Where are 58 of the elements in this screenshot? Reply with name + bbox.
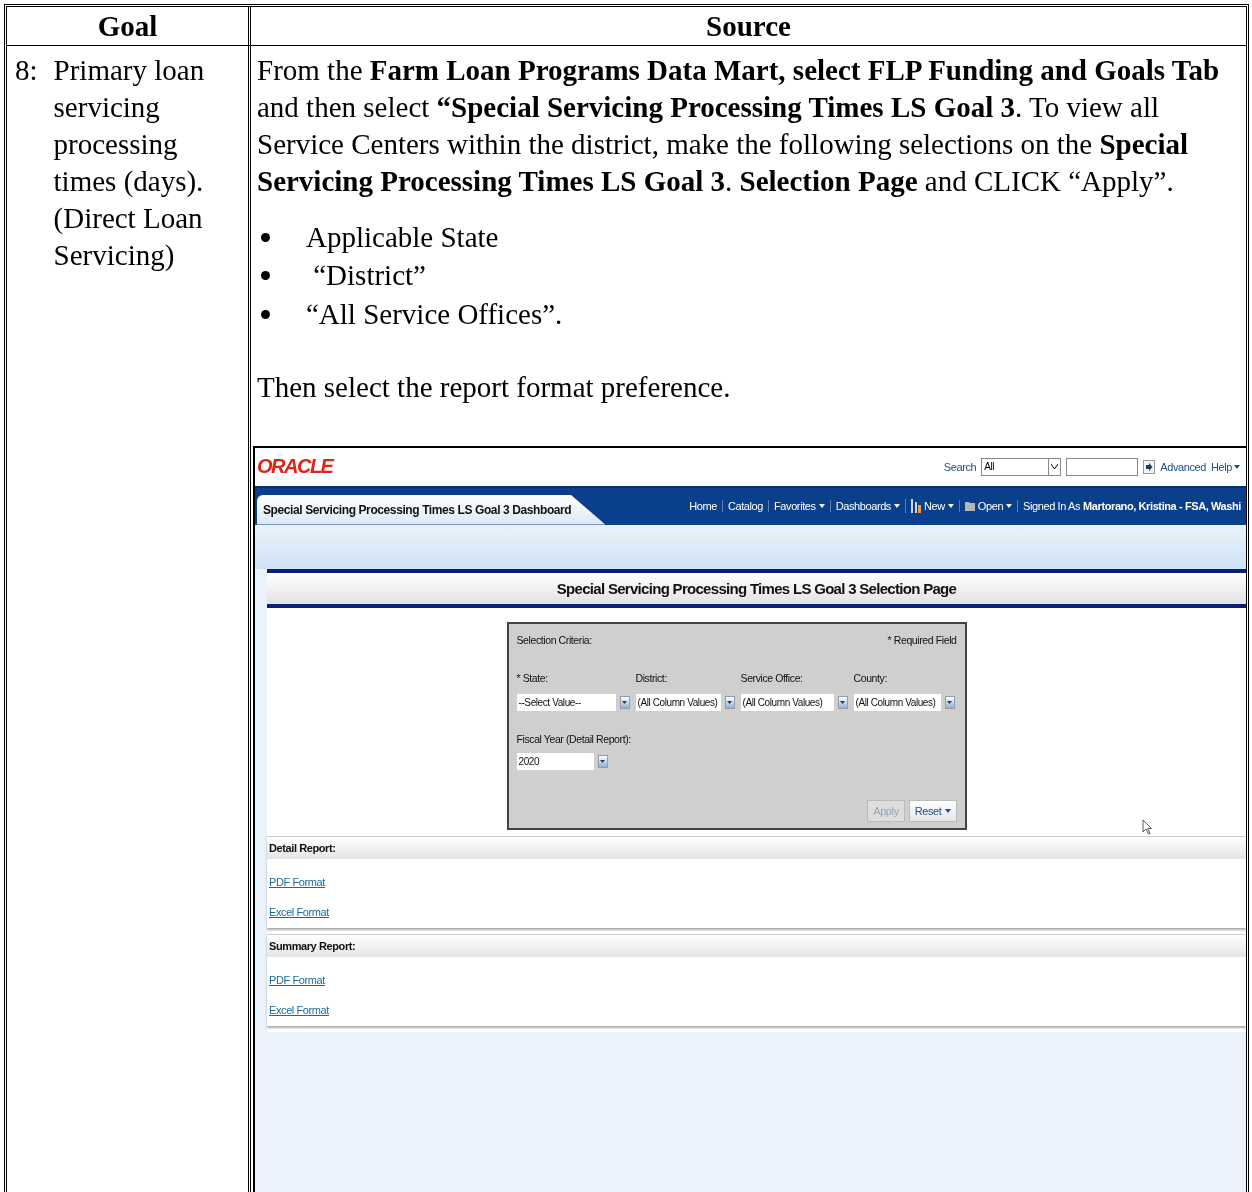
caret-icon <box>727 700 733 704</box>
search-go-icon[interactable] <box>1143 459 1156 474</box>
report-link[interactable]: Excel Format <box>269 1003 329 1016</box>
nav-link[interactable]: Home <box>684 500 722 512</box>
column-header: Source <box>251 7 1246 46</box>
caret-icon <box>622 700 627 704</box>
caret-icon <box>600 759 605 763</box>
field-label: District: <box>635 671 668 684</box>
bullet-icon <box>261 271 270 281</box>
bullet-text: “All Service Offices”. <box>306 296 563 332</box>
report-link[interactable]: PDF Format <box>269 973 325 986</box>
instruction-text: Then select the report format preference. <box>257 369 732 405</box>
header-link[interactable]: Advanced <box>1160 460 1206 473</box>
nav-link[interactable]: New <box>905 499 959 513</box>
section-header: Detail Report: <box>267 836 1246 859</box>
caret-icon <box>894 504 900 508</box>
mouse-cursor-icon <box>1142 818 1152 835</box>
caret-icon <box>1006 504 1013 508</box>
caret-icon <box>947 504 954 508</box>
nav-link[interactable]: Dashboards <box>829 500 905 512</box>
required-note: * Required Field <box>887 633 957 646</box>
bullet-text: “District” <box>312 258 426 294</box>
report-link[interactable]: Excel Format <box>269 905 329 918</box>
nav-link[interactable]: Open <box>958 500 1018 512</box>
dropdown-field[interactable]: 2020 <box>516 752 957 770</box>
nav-link[interactable]: Catalog <box>721 500 768 512</box>
section-header: Summary Report: <box>267 934 1246 957</box>
page-title: Special Servicing Processing Times LS Goal 3 Selection Page <box>267 568 1246 608</box>
column-header: Goal <box>7 7 251 46</box>
bullet-icon <box>261 309 270 319</box>
chevron-icon <box>1051 464 1059 469</box>
field-label: Fiscal Year (Detail Report): <box>516 732 632 745</box>
form-button[interactable]: Reset <box>908 799 957 822</box>
signed-in-label: Signed In As <box>1023 500 1081 512</box>
report-link[interactable]: PDF Format <box>269 875 325 888</box>
folder-icon <box>964 501 975 511</box>
goal-number: 8: <box>15 53 38 88</box>
caret-icon <box>1234 464 1240 469</box>
caret-icon <box>840 700 846 704</box>
search-label: Search <box>943 460 977 473</box>
logo: ORACLE <box>257 455 333 478</box>
nav-link[interactable]: Favorites <box>768 500 830 512</box>
caret-icon <box>818 504 825 508</box>
instruction-paragraph: From the Farm Loan Programs Data Mart, select FLP Funding and Goals Tab and then select “Special Servicing Processing Times LS Goal 3. To view all Service Centers within the district, make the following selections on the Special Servicing Processing Times LS Goal 3. Selection Page and CLICK “Apply”. <box>257 53 1221 199</box>
bullet-text: Applicable State <box>306 219 499 255</box>
caret-icon <box>944 808 951 813</box>
search-scope-dropdown[interactable]: All <box>981 457 1062 476</box>
field-label: * State: <box>516 671 549 684</box>
field-label: Service Office: <box>740 671 804 684</box>
panel-title: Selection Criteria: <box>516 633 592 646</box>
dashboard-tab[interactable]: Special Servicing Processing Times LS Goal 3 Dashboard <box>257 494 606 525</box>
goal-description: Primary loan servicing processing times (days). (Direct Loan Servicing) <box>53 53 206 273</box>
search-field[interactable] <box>1066 457 1139 476</box>
header-link[interactable]: Help <box>1210 460 1240 473</box>
user-name[interactable]: Martorano, Kristina - FSA, Washi <box>1083 500 1241 512</box>
caret-icon <box>947 700 953 704</box>
bullet-icon <box>261 232 270 242</box>
field-label: County: <box>853 671 888 684</box>
